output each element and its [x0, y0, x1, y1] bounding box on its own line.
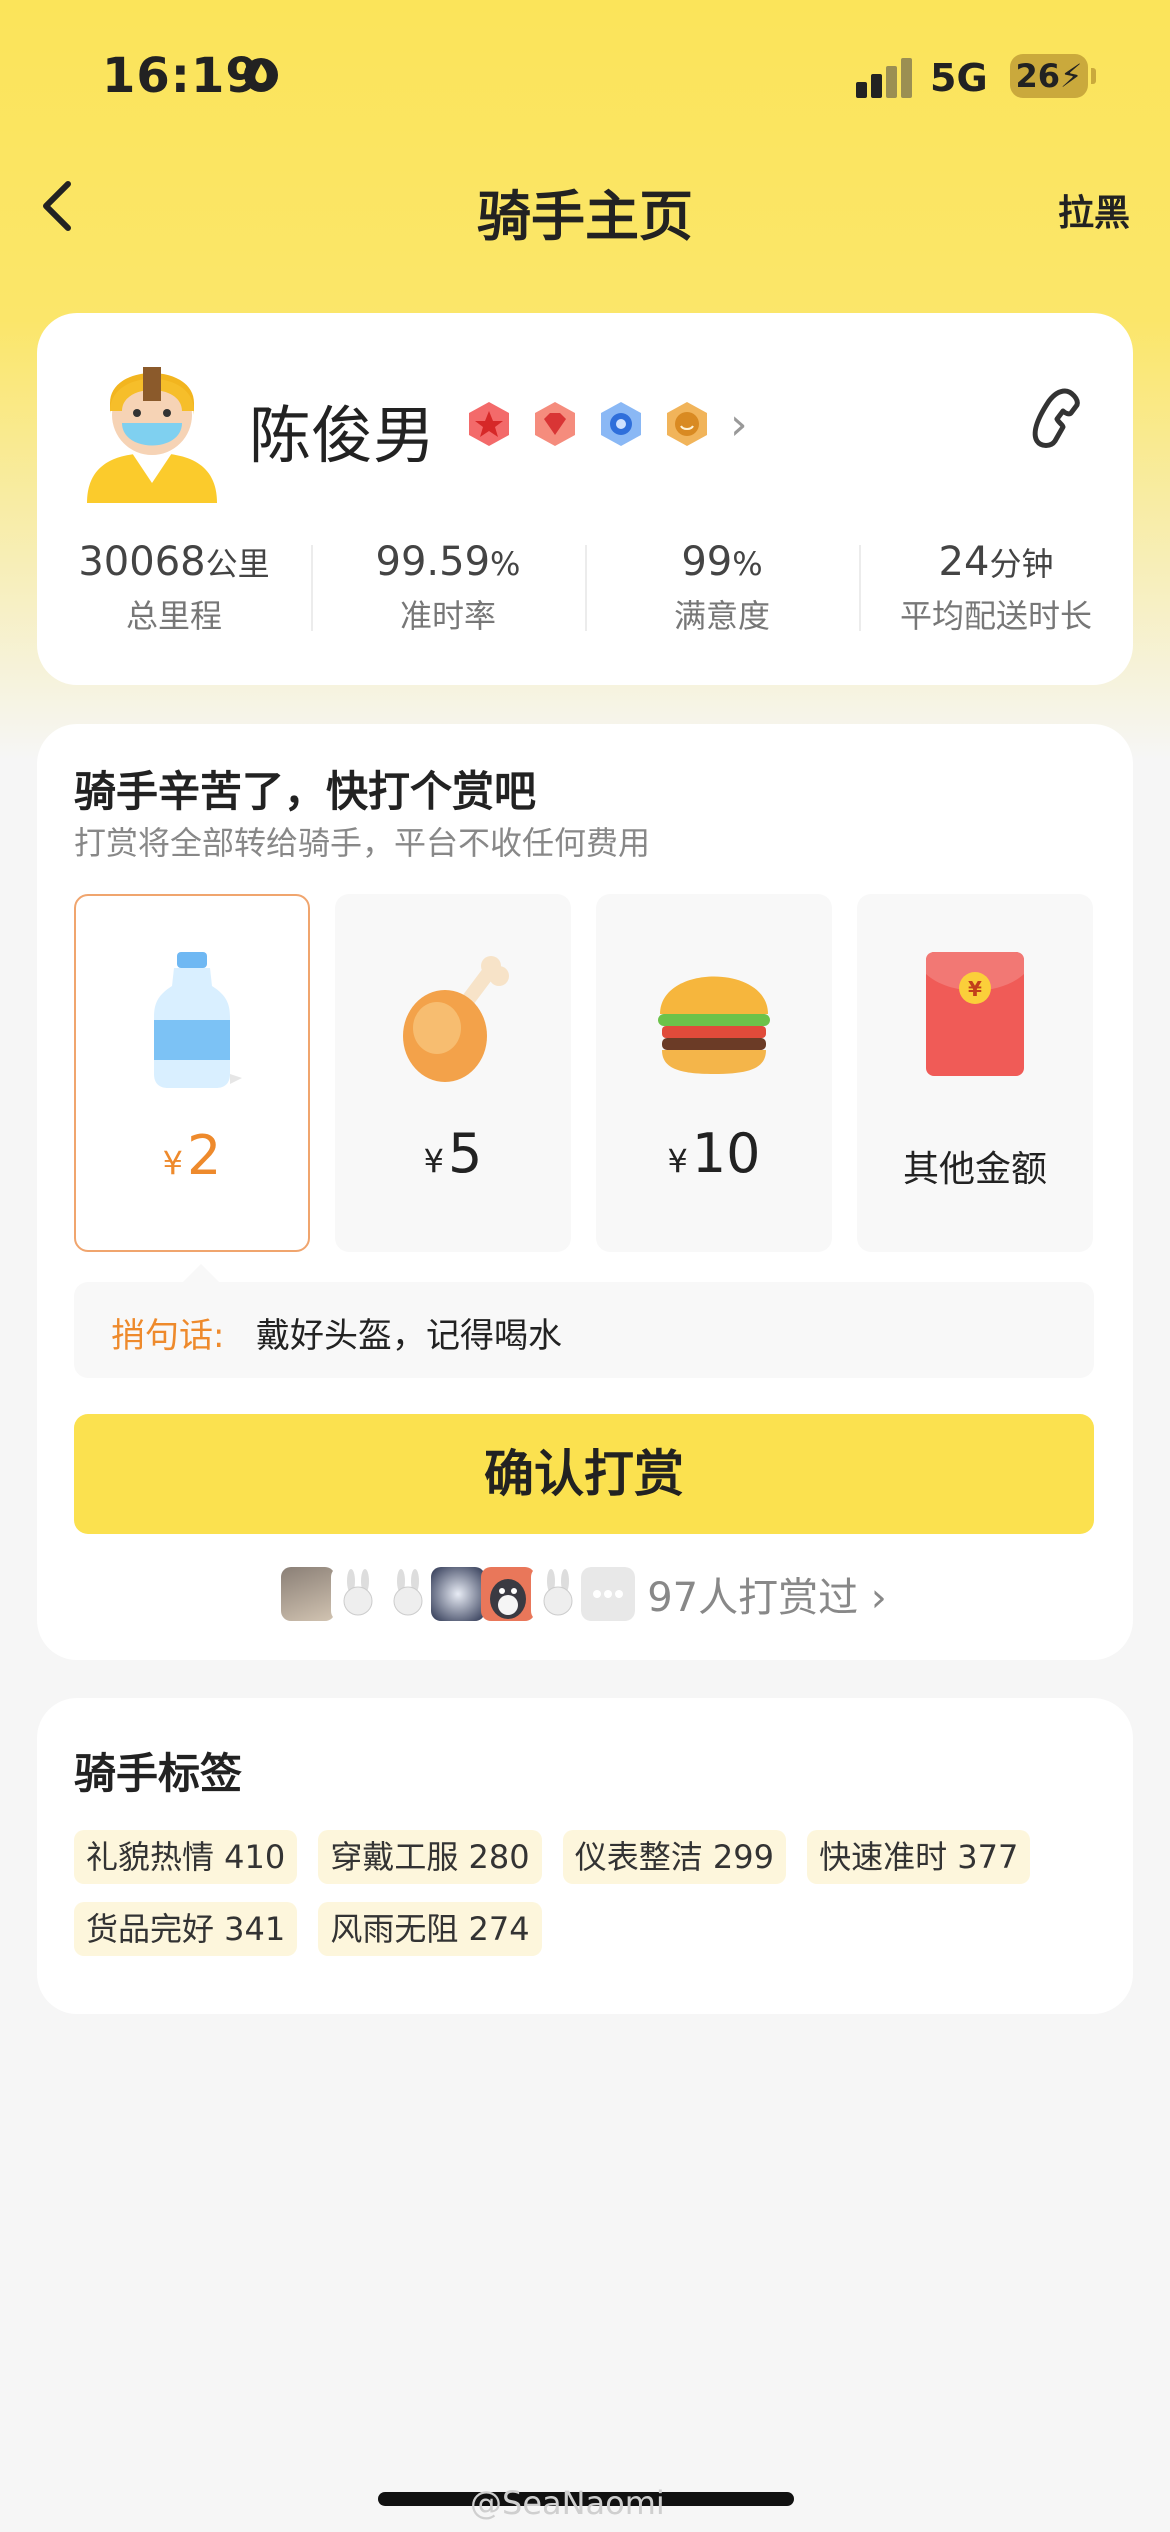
- rider-stats: 30068公里 总里程 99.59% 准时率 99% 满意度 24分钟 平均配送…: [37, 539, 1133, 637]
- tipper-avatar: [431, 1567, 486, 1621]
- tip-option-10[interactable]: ¥10: [596, 894, 832, 1252]
- tag-item: 仪表整洁 299: [562, 1830, 786, 1884]
- tag-item: 风雨无阻 274: [318, 1902, 542, 1956]
- watermark: @SeaNaomi: [470, 2484, 665, 2522]
- stat-avg-delivery-time: 24分钟 平均配送时长: [859, 539, 1133, 637]
- tip-amount: 2: [187, 1124, 222, 1187]
- tip-card: 骑手辛苦了，快打个赏吧 打赏将全部转给骑手，平台不收任何费用 ¥2 ¥5 ¥10…: [37, 724, 1133, 1660]
- tipper-avatar: [381, 1567, 436, 1621]
- gold-smile-medal-icon: [667, 402, 707, 446]
- tippers-row[interactable]: 97人打赏过 ›: [37, 1564, 1133, 1624]
- currency-symbol: ¥: [162, 1144, 183, 1182]
- stat-total-distance: 30068公里 总里程: [37, 539, 311, 637]
- more-tippers-icon: [581, 1567, 636, 1621]
- medal-arrow-icon: ›: [730, 398, 748, 450]
- blue-medal-icon: [601, 402, 641, 446]
- red-star-medal-icon: [469, 402, 509, 446]
- signal-icon: [856, 56, 916, 98]
- stat-value: 99: [681, 539, 733, 585]
- tip-title: 骑手辛苦了，快打个赏吧: [74, 767, 537, 816]
- stat-on-time-rate: 99.59% 准时率: [311, 539, 585, 637]
- svg-text:¥: ¥: [968, 977, 982, 1001]
- battery-level: 26: [1015, 57, 1061, 95]
- tippers-count: 97人打赏过 ›: [647, 1575, 887, 1621]
- currency-symbol: ¥: [667, 1142, 688, 1180]
- battery-icon: 26⚡: [1010, 54, 1096, 98]
- tipper-avatar: [281, 1567, 336, 1621]
- block-button[interactable]: 拉黑: [1058, 184, 1130, 236]
- phone-icon[interactable]: [1019, 383, 1091, 455]
- message-label: 捎句话:: [111, 1316, 225, 1356]
- rider-name: 陈俊男: [249, 399, 436, 472]
- tag-item: 穿戴工服 280: [318, 1830, 542, 1884]
- medal-list[interactable]: ›: [464, 393, 748, 455]
- tag-item: 快速准时 377: [807, 1830, 1031, 1884]
- status-time: 16:19: [102, 48, 260, 104]
- stat-unit: 分钟: [989, 545, 1054, 583]
- tags-title: 骑手标签: [74, 1749, 243, 1798]
- page-title: 骑手主页: [477, 185, 693, 248]
- tip-subtitle: 打赏将全部转给骑手，平台不收任何费用: [74, 824, 651, 862]
- tipper-avatar: [331, 1567, 386, 1621]
- confirm-tip-button[interactable]: 确认打赏: [74, 1414, 1094, 1534]
- tip-amount: 5: [448, 1122, 483, 1185]
- tag-item: 礼貌热情 410: [74, 1830, 298, 1884]
- tip-options: ¥2 ¥5 ¥10 ¥ 其他金额: [74, 894, 1094, 1254]
- tip-option-custom[interactable]: ¥ 其他金额: [857, 894, 1093, 1252]
- tag-item: 货品完好 341: [74, 1902, 298, 1956]
- red-envelope-icon: ¥: [926, 952, 1024, 1076]
- stat-unit: 公里: [205, 545, 270, 583]
- chicken-leg-icon: [403, 956, 509, 1082]
- tip-amount: 10: [691, 1122, 761, 1185]
- stat-unit: %: [490, 545, 521, 583]
- network-label: 5G: [930, 56, 988, 100]
- rider-tags-card: 骑手标签 礼貌热情 410 穿戴工服 280 仪表整洁 299 快速准时 377…: [37, 1698, 1133, 2014]
- stat-label: 平均配送时长: [899, 597, 1092, 635]
- status-bar: 16:19 5G 26⚡: [0, 0, 1170, 150]
- burger-icon: [658, 976, 770, 1074]
- message-text: 戴好头盔，记得喝水: [256, 1316, 562, 1356]
- stat-value: 24: [938, 539, 990, 585]
- tip-option-5[interactable]: ¥5: [335, 894, 571, 1252]
- currency-symbol: ¥: [423, 1142, 444, 1180]
- custom-amount-label: 其他金额: [902, 1149, 1047, 1190]
- stat-value: 99.59: [375, 539, 491, 585]
- stat-value: 30068: [78, 539, 206, 585]
- rider-profile-card: 陈俊男 › 30068公里 总里程 99.59% 准时率 99% 满意度 24分…: [37, 313, 1133, 685]
- stat-satisfaction: 99% 满意度: [585, 539, 859, 637]
- stat-unit: %: [732, 545, 763, 583]
- stat-label: 总里程: [125, 597, 222, 635]
- stat-label: 准时率: [399, 597, 496, 635]
- rider-avatar: [87, 367, 217, 503]
- water-bottle-icon: [154, 952, 242, 1088]
- tipper-avatar: [481, 1567, 536, 1621]
- flame-icon: [244, 58, 278, 92]
- tip-option-2[interactable]: ¥2: [74, 894, 310, 1252]
- tipper-avatar: [531, 1567, 586, 1621]
- tag-list: 礼貌热情 410 穿戴工服 280 仪表整洁 299 快速准时 377 货品完好…: [74, 1830, 1114, 1974]
- red-diamond-medal-icon: [535, 402, 575, 446]
- message-field[interactable]: 捎句话: 戴好头盔，记得喝水: [74, 1282, 1094, 1378]
- stat-label: 满意度: [673, 597, 770, 635]
